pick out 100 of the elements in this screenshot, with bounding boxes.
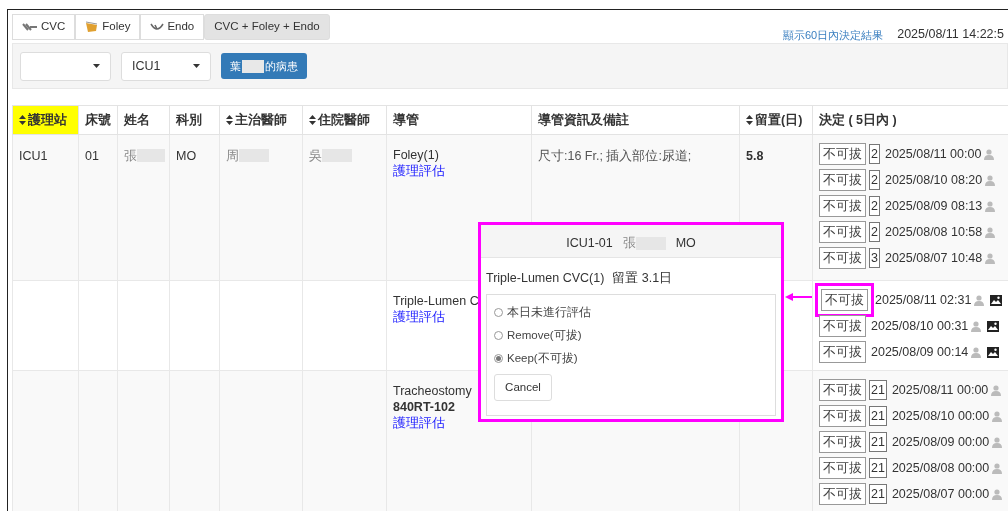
decision-badge[interactable]: 不可拔 <box>819 247 866 269</box>
doctor-name: 周 <box>226 149 239 163</box>
column-header: 導管資訊及備註 <box>531 105 740 135</box>
decision-badge[interactable]: 不可拔 <box>819 195 866 217</box>
column-header[interactable]: 住院醫師 <box>302 105 387 135</box>
decision-time: 2025/08/09 08:13 <box>884 197 983 215</box>
decision-badge[interactable]: 不可拔 <box>819 457 866 479</box>
caret-icon <box>193 64 200 68</box>
decision-time: 2025/08/10 08:20 <box>884 171 983 189</box>
redaction-block <box>242 59 264 73</box>
image-icon[interactable] <box>987 320 1000 332</box>
decision-badge[interactable]: 不可拔 <box>819 221 866 243</box>
column-header: 決定 ( 5日內 ) <box>812 105 1008 135</box>
patient-name: 張 <box>622 234 636 252</box>
radio-button[interactable] <box>494 353 503 363</box>
count-badge: 2 <box>869 170 880 190</box>
column-header: 導管 <box>386 105 532 135</box>
decision-time: 2025/08/08 10:58 <box>884 223 983 241</box>
column-header[interactable]: 留置(日) <box>739 105 813 135</box>
dialog-department: MO <box>675 234 696 252</box>
catheter-code: 840RT-102 <box>393 399 455 415</box>
count-badge: 2 <box>869 144 880 164</box>
count-badge: 21 <box>869 406 887 426</box>
decision-badge[interactable]: 不可拔 <box>819 341 866 363</box>
catheter-name: Triple-Lumen C <box>393 293 479 309</box>
count-badge: 21 <box>869 380 887 400</box>
column-header[interactable]: 主治醫師 <box>219 105 303 135</box>
decision-time: 2025/08/10 00:00 <box>891 407 990 425</box>
decision-time: 2025/08/08 00:00 <box>891 459 990 477</box>
select-field[interactable] <box>20 51 111 81</box>
count-badge: 3 <box>869 248 880 268</box>
decision-badge[interactable]: 不可拔 <box>819 143 866 165</box>
decision-time: 2025/08/11 00:00 <box>884 145 982 163</box>
name-text: 張 <box>124 149 137 163</box>
assessment-link[interactable]: 護理評估 <box>393 415 445 431</box>
dialog-duration: 留置 3.1日 <box>612 270 673 287</box>
sort-icon <box>746 114 753 125</box>
image-icon[interactable] <box>987 346 1000 358</box>
count-badge: 2 <box>869 196 880 216</box>
patient-button[interactable]: 葉 的病患 <box>221 53 307 79</box>
assessment-link[interactable]: 護理評估 <box>393 309 445 325</box>
column-header: 床號 <box>78 105 118 135</box>
person-icon <box>985 174 996 186</box>
sort-icon <box>226 114 233 125</box>
curve-icon <box>150 22 165 32</box>
count-badge: 21 <box>869 458 887 478</box>
history-link[interactable]: 顯示60日內決定結果 <box>782 27 884 44</box>
person-icon <box>984 148 995 160</box>
radio-button[interactable] <box>494 307 503 317</box>
doctor-name: 吳 <box>309 149 322 163</box>
tab[interactable]: CVC + Foley + Endo <box>204 14 330 40</box>
decision-time: 2025/08/09 00:14 <box>871 343 969 361</box>
tab[interactable]: Endo <box>140 14 205 40</box>
decision-badge[interactable]: 不可拔 <box>819 483 866 505</box>
radio-option[interactable]: 本日未進行評估 <box>494 304 775 320</box>
pointer-arrow <box>785 292 812 302</box>
bed-cell: 01 <box>85 149 99 163</box>
person-icon <box>974 294 985 306</box>
column-header: 姓名 <box>117 105 170 135</box>
person-icon <box>985 226 996 238</box>
column-header: 科別 <box>169 105 220 135</box>
decision-time: 2025/08/09 00:00 <box>891 433 990 451</box>
timestamp: 2025/08/11 14:22:5 <box>897 26 1004 43</box>
decision-badge[interactable]: 不可拔 <box>819 405 866 427</box>
assessment-link[interactable]: 護理評估 <box>393 163 445 179</box>
caret-icon <box>93 64 100 68</box>
count-badge: 21 <box>869 484 887 504</box>
station-cell: ICU1 <box>19 149 48 163</box>
decision-badge[interactable]: 不可拔 <box>819 315 866 337</box>
decision-badge[interactable]: 不可拔 <box>819 379 866 401</box>
tab[interactable]: CVC <box>12 14 76 40</box>
cancel-button[interactable]: Cancel <box>494 373 552 401</box>
person-icon <box>992 436 1003 448</box>
sort-icon <box>309 114 316 125</box>
catheter-info: 尺寸:16 Fr.; 插入部位:尿道; <box>538 149 692 163</box>
decision-badge[interactable]: 不可拔 <box>821 289 868 311</box>
dialog-bed: ICU1-01 <box>566 234 613 252</box>
tube-icon <box>22 22 38 32</box>
days-cell: 5.8 <box>746 149 764 163</box>
person-icon <box>991 384 1002 396</box>
decision-time: 2025/08/11 02:31 <box>875 291 972 309</box>
radio-button[interactable] <box>494 330 503 340</box>
person-icon <box>985 200 996 212</box>
department-cell: MO <box>176 149 197 163</box>
person-icon <box>971 346 982 358</box>
decision-badge[interactable]: 不可拔 <box>819 431 866 453</box>
radio-option[interactable]: Remove(可拔) <box>494 327 775 343</box>
tab[interactable]: Foley <box>75 14 141 40</box>
decision-time: 2025/08/07 10:48 <box>884 249 983 267</box>
column-header[interactable]: 護理站 <box>12 105 79 135</box>
image-icon[interactable] <box>990 294 1003 306</box>
select-field[interactable]: ICU1 <box>121 51 211 81</box>
count-badge: 2 <box>869 222 880 242</box>
catheter-name: Tracheostomy <box>393 383 472 399</box>
radio-option[interactable]: Keep(不可拔) <box>494 350 775 366</box>
person-icon <box>971 320 982 332</box>
decision-badge[interactable]: 不可拔 <box>819 169 866 191</box>
person-icon <box>985 252 996 264</box>
catheter-name: Foley(1) <box>393 147 439 163</box>
decision-time: 2025/08/11 00:00 <box>891 381 989 399</box>
